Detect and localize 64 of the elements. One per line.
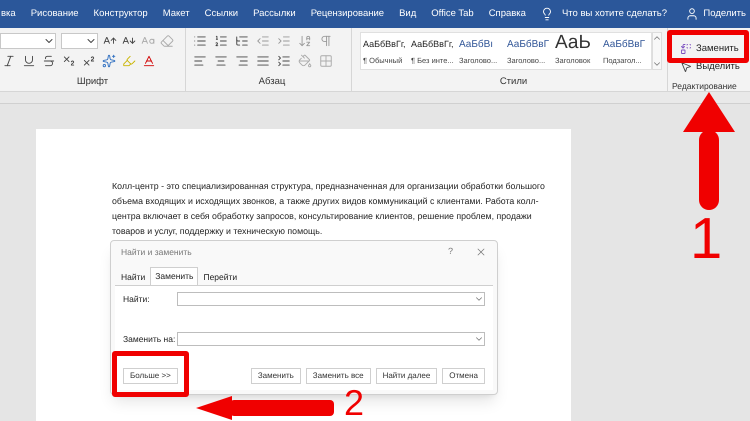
gallery-scroll[interactable] bbox=[652, 32, 662, 70]
replace-icon bbox=[680, 43, 692, 56]
dialog-button[interactable]: Отмена bbox=[442, 368, 485, 384]
menu-tab[interactable]: Ссылки bbox=[204, 6, 238, 22]
style-preview: АаБбВвГ bbox=[603, 38, 646, 52]
align-center-icon[interactable] bbox=[214, 54, 228, 68]
group-label: Редактирование bbox=[672, 80, 738, 92]
group-label: Шрифт bbox=[76, 75, 110, 89]
group-label: Стили bbox=[498, 75, 528, 89]
justify-icon[interactable] bbox=[256, 54, 270, 68]
menu-tab[interactable]: вка bbox=[1, 6, 16, 22]
menu-tab[interactable]: Вид bbox=[399, 6, 416, 22]
decrease-indent-icon[interactable] bbox=[256, 34, 270, 48]
increase-indent-icon[interactable] bbox=[277, 34, 291, 48]
dialog-tab[interactable]: Перейти bbox=[199, 269, 242, 285]
field-label: Заменить на: bbox=[123, 332, 176, 346]
menu-tab[interactable]: Конструктор bbox=[94, 6, 148, 22]
style-preview: АаБбВвГг, bbox=[411, 38, 454, 52]
dialog-title: Найти и заменить bbox=[121, 246, 192, 258]
group-label: Абзац bbox=[258, 75, 286, 89]
help-button[interactable]: ? bbox=[448, 245, 453, 259]
line-spacing-icon[interactable] bbox=[277, 54, 291, 68]
dialog-tab[interactable]: Найти bbox=[117, 269, 150, 285]
subscript-icon[interactable] bbox=[62, 54, 76, 68]
field-label: Найти: bbox=[123, 292, 151, 306]
menu-tab[interactable]: Справка bbox=[488, 6, 526, 22]
menu-tab[interactable]: Рисование bbox=[30, 6, 79, 22]
select-button[interactable]: Выделить bbox=[680, 60, 750, 74]
pointer-icon bbox=[680, 61, 692, 74]
menu-tab[interactable]: Рассылки bbox=[253, 6, 296, 22]
tell-me-field[interactable]: Что вы хотите сделать? bbox=[562, 6, 667, 22]
font-color-icon[interactable] bbox=[142, 54, 156, 68]
dialog-button[interactable]: Заменить bbox=[250, 368, 301, 384]
menu-tab[interactable]: Office Tab bbox=[431, 6, 474, 22]
text-effects-icon[interactable] bbox=[102, 54, 116, 68]
dialog-button[interactable]: Заменить все bbox=[306, 368, 371, 384]
superscript-icon[interactable] bbox=[82, 54, 96, 68]
style-preview: АаБбВı bbox=[459, 38, 494, 52]
strikethrough-icon[interactable] bbox=[42, 54, 56, 68]
dialog-button[interactable]: Больше >> bbox=[123, 368, 178, 384]
step-number: 2 bbox=[344, 385, 364, 421]
align-left-icon[interactable] bbox=[193, 54, 207, 68]
person-icon bbox=[685, 7, 700, 21]
sort-icon[interactable] bbox=[298, 34, 312, 48]
italic-icon[interactable] bbox=[2, 54, 16, 68]
font-name-field[interactable] bbox=[0, 33, 56, 49]
step-number: 1 bbox=[690, 210, 722, 268]
align-right-icon[interactable] bbox=[235, 54, 249, 68]
style-preview: АаБбВвГ bbox=[507, 38, 550, 52]
close-icon[interactable] bbox=[475, 246, 487, 258]
dialog-tab[interactable]: Заменить bbox=[150, 267, 198, 285]
numbered-list-icon[interactable] bbox=[214, 34, 228, 48]
body-paragraph: Колл-центр - это специализированная структура, предназначенная для организации обработки большого объема входящих и исходящих звонков, а также других видов коммуникаций с клиентами. Работа колл-центра включает в себя обработку запросов, консультирование клиентов, решение проблем, продажи товаров и услуг, поддержку и техническую помощь. bbox=[112, 180, 546, 238]
replace-button[interactable]: Заменить bbox=[680, 42, 750, 56]
share-button[interactable]: Поделить bbox=[703, 6, 746, 22]
multilevel-list-icon[interactable] bbox=[235, 34, 249, 48]
pilcrow-icon[interactable] bbox=[319, 34, 333, 48]
style-preview: АаЬ bbox=[555, 33, 591, 52]
dialog-button[interactable]: Найти далее bbox=[376, 368, 438, 384]
style-preview: АаБбВвГг, bbox=[363, 38, 406, 52]
menu-tab[interactable]: Макет bbox=[162, 6, 190, 22]
menu-tab[interactable]: Рецензирование bbox=[310, 6, 384, 22]
underline-icon[interactable] bbox=[22, 54, 36, 68]
font-size-field[interactable] bbox=[61, 33, 98, 49]
